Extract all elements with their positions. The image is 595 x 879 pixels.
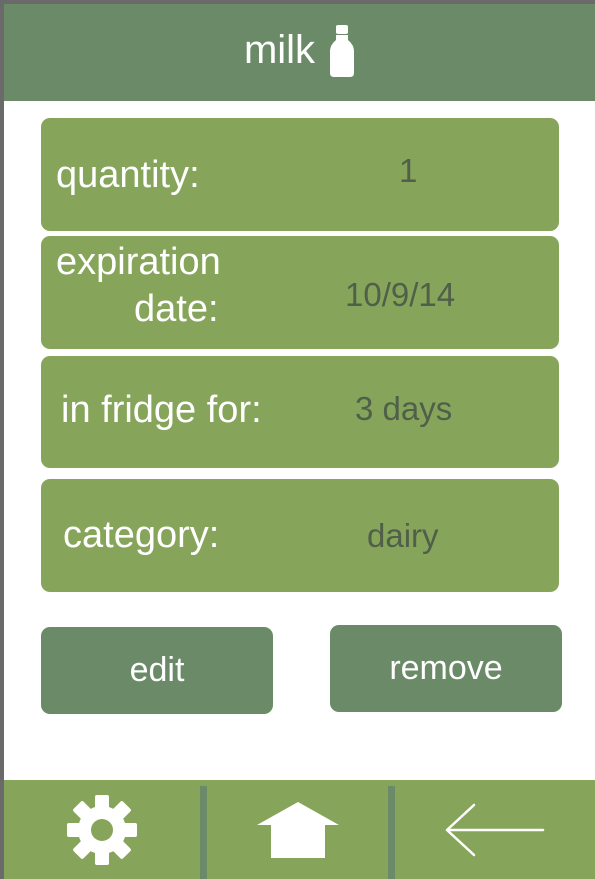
in-fridge-value: 3 days [355,390,453,427]
category-value: dairy [367,517,439,554]
item-detail-screen: milk quantity: 1 expiration date: 10/9/1… [4,4,595,879]
nav-settings-button[interactable] [4,780,199,879]
expiration-value: 10/9/14 [345,276,456,313]
home-icon [256,801,339,858]
expiration-card: expiration date: 10/9/14 [41,236,559,349]
nav-divider [200,786,207,879]
nav-back-button[interactable] [395,780,595,879]
quantity-value: 1 [399,152,418,189]
item-title: milk [243,27,316,72]
gear-icon [66,794,137,865]
nav-home-button[interactable] [207,780,388,879]
category-card: category: dairy [41,479,559,592]
edit-button[interactable]: edit [41,627,273,714]
in-fridge-card: in fridge for: 3 days [41,356,559,468]
quantity-card: quantity: 1 [41,118,559,231]
remove-button[interactable]: remove [330,625,562,712]
milk-bottle-icon [330,24,355,77]
quantity-label: quantity: [56,154,200,196]
back-arrow-icon [445,803,545,856]
bottom-nav [4,780,595,879]
category-label: category: [63,514,220,556]
nav-divider [388,786,395,879]
in-fridge-label: in fridge for: [61,389,262,431]
expiration-label-line1: expiration [56,241,221,283]
header-bar: milk [4,4,595,101]
expiration-label-line2: date: [134,288,219,330]
